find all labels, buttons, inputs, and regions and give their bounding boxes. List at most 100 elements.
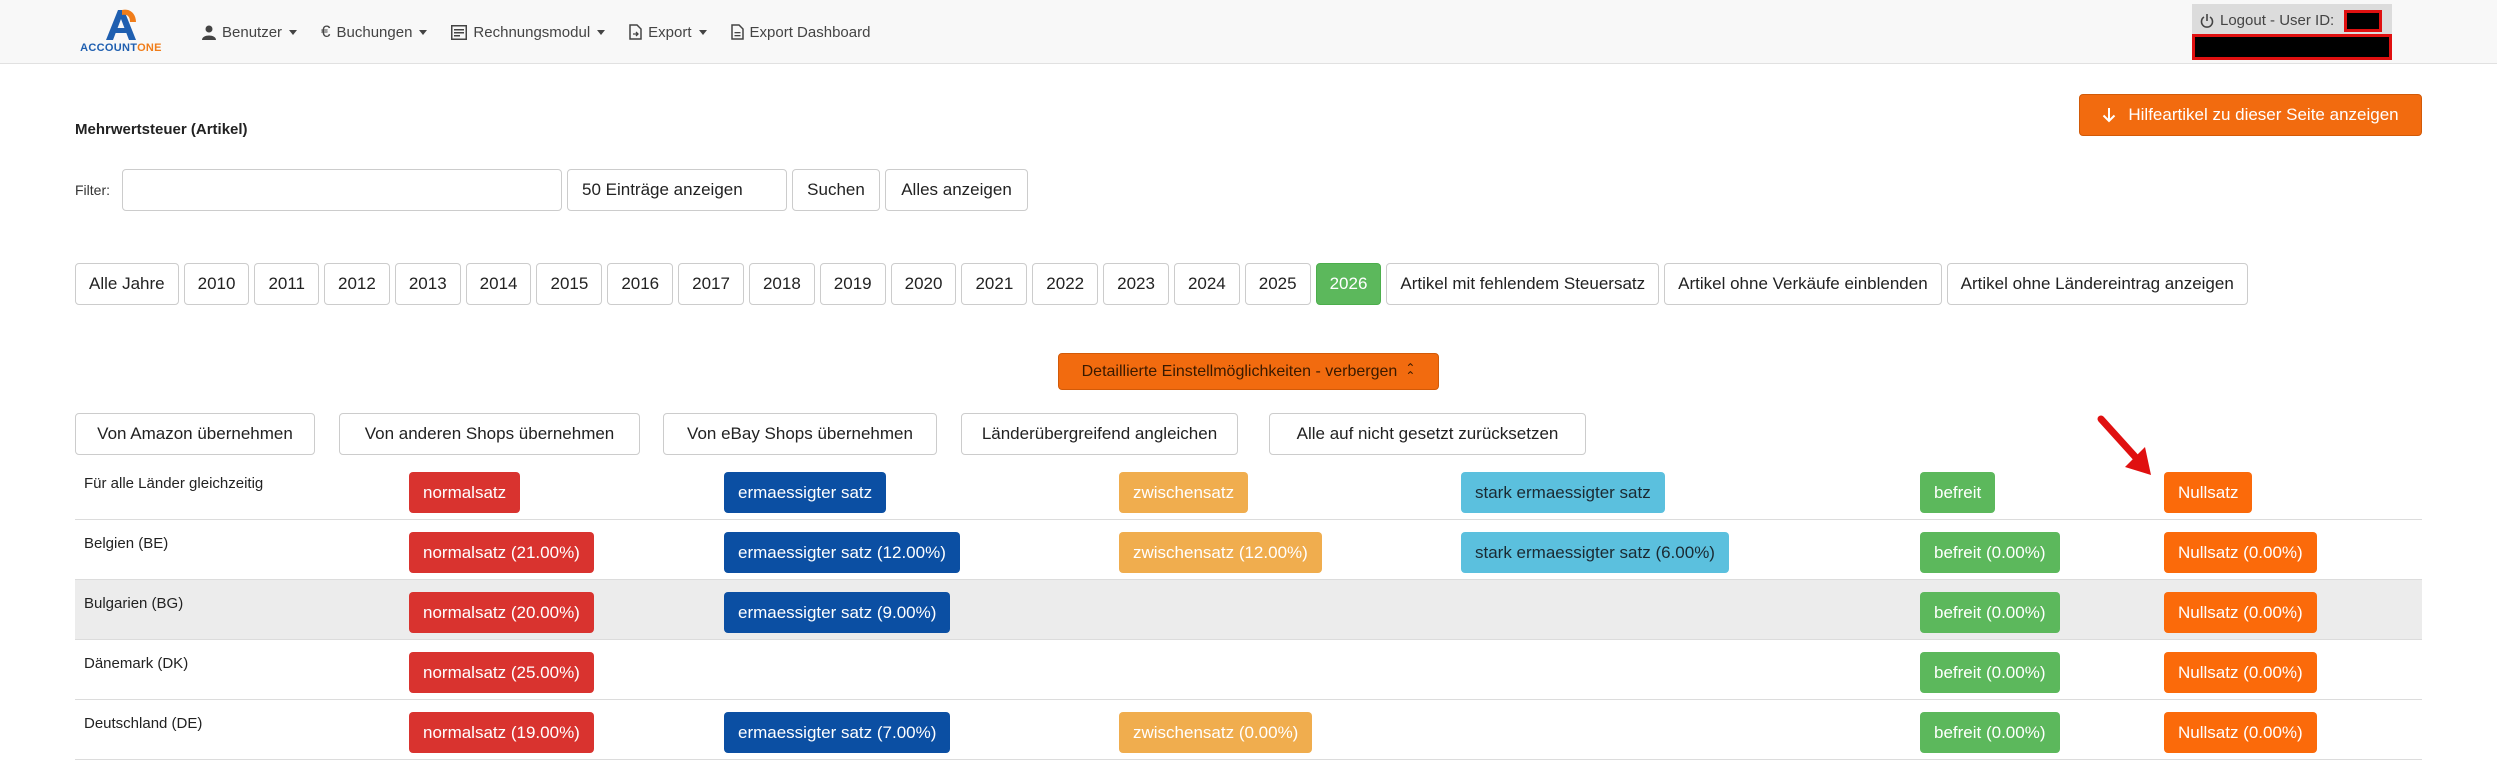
from-other-shops-button[interactable]: Von anderen Shops übernehmen xyxy=(339,413,640,455)
help-article-button[interactable]: Hilfeartikel zu dieser Seite anzeigen xyxy=(2079,94,2422,136)
exempt-rate-button[interactable]: befreit (0.00%) xyxy=(1920,532,2060,573)
logo-mark-icon xyxy=(106,9,136,40)
accountone-logo[interactable]: ACCOUNTONE xyxy=(76,8,166,56)
logout-link[interactable]: Logout - User ID: xyxy=(2200,12,2334,29)
redacted-user-name xyxy=(2192,34,2392,60)
entries-select[interactable]: 50 Einträge anzeigen xyxy=(567,169,787,211)
show-all-button[interactable]: Alles anzeigen xyxy=(885,169,1028,211)
zero-rate-button[interactable]: Nullsatz (0.00%) xyxy=(2164,532,2317,573)
details-toggle-label: Detaillierte Einstellmöglichkeiten - ver… xyxy=(1081,362,1398,380)
year-2018-button[interactable]: 2018 xyxy=(748,263,815,305)
reduced-rate-button[interactable]: ermaessigter satz (7.00%) xyxy=(724,712,951,753)
logout-label: Logout - User ID: xyxy=(2220,12,2335,29)
country-cell: Für alle Länder gleichzeitig xyxy=(84,475,264,492)
invoice-icon xyxy=(451,24,468,40)
year-2013-button[interactable]: 2013 xyxy=(394,263,461,305)
from-ebay-button[interactable]: Von eBay Shops übernehmen xyxy=(663,413,937,455)
exempt-rate-button[interactable]: befreit (0.00%) xyxy=(1920,712,2060,753)
file-export-icon xyxy=(629,24,642,40)
redacted-user-id xyxy=(2344,10,2382,32)
arrow-down-icon xyxy=(2103,108,2116,123)
year-all-button[interactable]: Alle Jahre xyxy=(75,263,179,305)
top-navbar: ACCOUNTONE Benutzer € Buchungen Rechnung… xyxy=(0,0,2497,64)
reset-all-button[interactable]: Alle auf nicht gesetzt zurücksetzen xyxy=(1269,413,1586,455)
normal-rate-button[interactable]: normalsatz (20.00%) xyxy=(409,592,594,633)
normal-rate-button[interactable]: normalsatz (21.00%) xyxy=(409,532,594,573)
year-filter-group: Alle Jahre 2010 2011 2012 2013 2014 2015… xyxy=(75,263,2248,305)
table-row: Für alle Länder gleichzeitig normalsatz … xyxy=(75,460,2422,520)
power-icon xyxy=(2200,13,2214,28)
filter-label: Filter: xyxy=(75,182,110,198)
chevron-down-icon xyxy=(597,29,606,35)
year-2015-button[interactable]: 2015 xyxy=(536,263,603,305)
file-icon xyxy=(730,24,744,40)
year-2025-button[interactable]: 2025 xyxy=(1244,263,1311,305)
year-2012-button[interactable]: 2012 xyxy=(324,263,390,305)
super-reduced-rate-button[interactable]: stark ermaessigter satz xyxy=(1461,472,1665,513)
normal-rate-button[interactable]: normalsatz (19.00%) xyxy=(409,712,594,753)
chevron-down-icon xyxy=(289,29,298,35)
normal-rate-button[interactable]: normalsatz (25.00%) xyxy=(409,652,594,693)
reduced-rate-button[interactable]: ermaessigter satz (12.00%) xyxy=(724,532,960,573)
double-chevron-up-icon: ⌃ ⌃ xyxy=(1405,360,1416,383)
nav-export-dashboard[interactable]: Export Dashboard xyxy=(719,0,883,64)
year-2026-button[interactable]: 2026 xyxy=(1315,263,1382,305)
year-2016-button[interactable]: 2016 xyxy=(607,263,674,305)
filter-input[interactable] xyxy=(122,169,562,211)
from-amazon-button[interactable]: Von Amazon übernehmen xyxy=(75,413,315,455)
details-toggle-button[interactable]: Detaillierte Einstellmöglichkeiten - ver… xyxy=(1058,353,1439,390)
reduced-rate-button[interactable]: ermaessigter satz (9.00%) xyxy=(724,592,951,633)
search-button[interactable]: Suchen xyxy=(792,169,880,211)
year-2020-button[interactable]: 2020 xyxy=(890,263,957,305)
country-cell: Dänemark (DK) xyxy=(84,655,189,672)
year-2011-button[interactable]: 2011 xyxy=(254,263,319,305)
exempt-rate-button[interactable]: befreit (0.00%) xyxy=(1920,652,2060,693)
country-cell: Deutschland (DE) xyxy=(84,715,203,732)
year-2010-button[interactable]: 2010 xyxy=(183,263,250,305)
table-row: Dänemark (DK) normalsatz (25.00%) befrei… xyxy=(75,640,2422,700)
year-2022-button[interactable]: 2022 xyxy=(1032,263,1099,305)
exempt-rate-button[interactable]: befreit xyxy=(1920,472,1996,513)
chevron-down-icon xyxy=(419,29,428,35)
zero-rate-button[interactable]: Nullsatz (0.00%) xyxy=(2164,592,2317,633)
year-2024-button[interactable]: 2024 xyxy=(1173,263,1240,305)
nav-buchungen[interactable]: € Buchungen xyxy=(309,0,439,64)
nav-buchungen-label: Buchungen xyxy=(336,23,413,41)
zero-rate-button[interactable]: Nullsatz (0.00%) xyxy=(2164,712,2317,753)
zero-rate-button[interactable]: Nullsatz (0.00%) xyxy=(2164,652,2317,693)
zero-rate-button[interactable]: Nullsatz xyxy=(2164,472,2253,513)
country-cell: Bulgarien (BG) xyxy=(84,595,184,612)
nav-export[interactable]: Export xyxy=(617,0,718,64)
intermediate-rate-button[interactable]: zwischensatz (12.00%) xyxy=(1119,532,1322,573)
reduced-rate-button[interactable]: ermaessigter satz xyxy=(724,472,887,513)
year-2014-button[interactable]: 2014 xyxy=(465,263,532,305)
table-row: Belgien (BE) normalsatz (21.00%) ermaess… xyxy=(75,520,2422,580)
align-countries-button[interactable]: Länderübergreifend angleichen xyxy=(961,413,1238,455)
nav-rechnungsmodul[interactable]: Rechnungsmodul xyxy=(439,0,617,64)
intermediate-rate-button[interactable]: zwischensatz xyxy=(1119,472,1249,513)
intermediate-rate-button[interactable]: zwischensatz (0.00%) xyxy=(1119,712,1313,753)
exempt-rate-button[interactable]: befreit (0.00%) xyxy=(1920,592,2060,633)
year-2021-button[interactable]: 2021 xyxy=(961,263,1028,305)
logo-text: ACCOUNTONE xyxy=(80,42,162,54)
year-2019-button[interactable]: 2019 xyxy=(819,263,886,305)
main-nav: Benutzer € Buchungen Rechnungsmodul Expo… xyxy=(190,0,882,64)
show-no-country-button[interactable]: Artikel ohne Ländereintrag anzeigen xyxy=(1946,263,2248,305)
euro-icon: € xyxy=(321,22,331,41)
normal-rate-button[interactable]: normalsatz xyxy=(409,472,521,513)
nav-rechnungsmodul-label: Rechnungsmodul xyxy=(473,23,591,41)
country-cell: Belgien (BE) xyxy=(84,535,169,552)
nav-benutzer-label: Benutzer xyxy=(222,23,283,41)
year-2023-button[interactable]: 2023 xyxy=(1103,263,1169,305)
super-reduced-rate-button[interactable]: stark ermaessigter satz (6.00%) xyxy=(1461,532,1729,573)
show-no-sales-button[interactable]: Artikel ohne Verkäufe einblenden xyxy=(1664,263,1942,305)
table-row: Bulgarien (BG) normalsatz (20.00%) ermae… xyxy=(75,580,2422,640)
nav-export-dashboard-label: Export Dashboard xyxy=(749,23,871,41)
missing-tax-rate-button[interactable]: Artikel mit fehlendem Steuersatz xyxy=(1386,263,1660,305)
nav-benutzer[interactable]: Benutzer xyxy=(190,0,309,64)
user-box: Logout - User ID: xyxy=(2192,4,2392,60)
chevron-down-icon xyxy=(698,29,707,35)
table-row: Deutschland (DE) normalsatz (19.00%) erm… xyxy=(75,700,2422,760)
year-2017-button[interactable]: 2017 xyxy=(678,263,744,305)
help-article-label: Hilfeartikel zu dieser Seite anzeigen xyxy=(2128,105,2399,124)
